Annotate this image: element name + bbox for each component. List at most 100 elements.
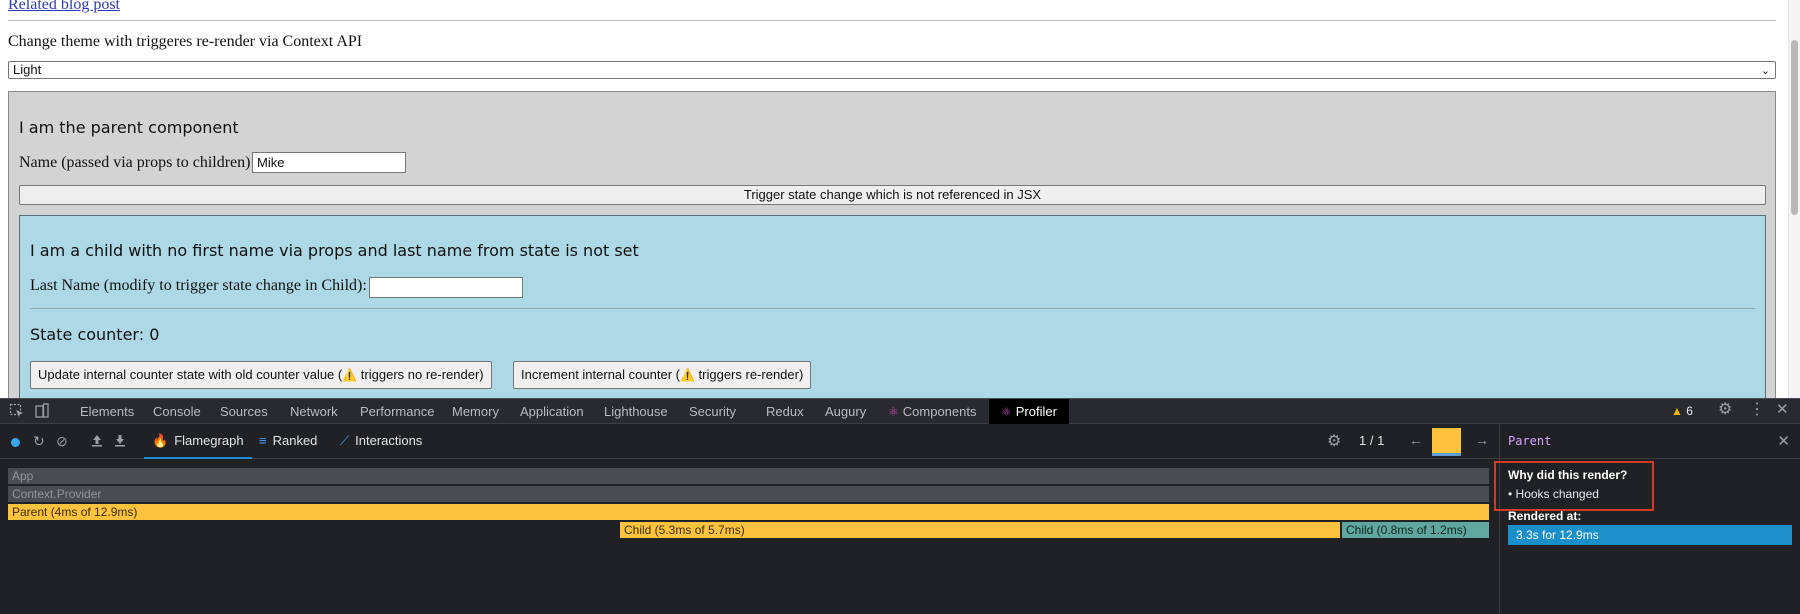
page-scrollbar[interactable]: [1788, 0, 1800, 398]
profiler-toolbar: ↻ ⊘ 🔥 Flamegraph ≡ Ranked ⟋ Interactions ⚙ …: [0, 424, 1499, 459]
tab-flamegraph[interactable]: 🔥 Flamegraph: [144, 424, 252, 459]
tab-label: Lighthouse: [604, 404, 668, 419]
parent-title: I am the parent component: [19, 118, 239, 137]
inspect-element-icon[interactable]: [9, 403, 25, 422]
tab-components[interactable]: ⚛ Components: [888, 399, 976, 424]
warning-icon: ▲: [1671, 404, 1683, 418]
tab-label: Ranked: [272, 433, 318, 448]
flame-bar-context-provider[interactable]: Context.Provider: [8, 486, 1490, 502]
parent-component-box: I am the parent component Name (passed v…: [8, 91, 1776, 398]
chevron-down-icon: ⌄: [1760, 65, 1770, 77]
tab-network[interactable]: Network: [290, 399, 338, 424]
react-icon: ⚛: [1001, 405, 1012, 419]
flamegraph-chart: App Context.Provider Parent (4ms of 12.9…: [0, 460, 1499, 614]
close-icon[interactable]: ✕: [1776, 402, 1789, 418]
tab-lighthouse[interactable]: Lighthouse: [604, 399, 668, 424]
flame-bar-child[interactable]: Child (5.3ms of 5.7ms): [620, 522, 1341, 538]
devtools-tabbar: Elements Console Sources Network Performance…: [0, 398, 1800, 424]
theme-label: Change theme with triggeres re-render vi…: [8, 33, 363, 50]
button-label: triggers re-render): [694, 367, 804, 382]
divider: [30, 308, 1755, 309]
tab-security[interactable]: Security: [689, 399, 736, 424]
tab-profiler[interactable]: ⚛ Profiler: [989, 399, 1069, 424]
update-counter-button[interactable]: Update internal counter state with old c…: [30, 361, 492, 389]
why-render-reason: • Hooks changed: [1508, 487, 1599, 501]
tab-label: Elements: [80, 404, 135, 419]
name-input[interactable]: Mike: [252, 152, 406, 173]
tab-augury[interactable]: Augury: [825, 399, 866, 424]
related-blog-post-link[interactable]: Related blog post: [8, 0, 120, 14]
theme-select[interactable]: Light ⌄: [8, 61, 1776, 79]
warning-count-badge[interactable]: ▲ 6: [1671, 404, 1693, 418]
last-name-input[interactable]: [369, 277, 523, 298]
last-name-label: Last Name (modify to trigger state chang…: [30, 277, 367, 294]
tab-application[interactable]: Application: [520, 399, 584, 424]
tab-label: Components: [902, 404, 977, 419]
commit-counter: 1 / 1: [1359, 433, 1385, 448]
gear-icon[interactable]: ⚙: [1327, 431, 1341, 451]
tab-label: Augury: [825, 404, 867, 419]
kebab-menu-icon[interactable]: ⋮: [1749, 402, 1765, 418]
tab-label: Network: [290, 404, 338, 419]
commit-bar[interactable]: [1432, 428, 1461, 456]
record-icon[interactable]: [11, 438, 20, 447]
tab-console[interactable]: Console: [153, 399, 201, 424]
state-counter-text: State counter: 0: [30, 325, 160, 344]
warning-icon: ⚠️: [679, 368, 695, 382]
tab-label: Memory: [452, 404, 499, 419]
selected-component-name: Parent: [1508, 434, 1552, 448]
tab-label: Security: [689, 404, 736, 419]
reload-and-profile-icon[interactable]: ↻: [33, 433, 45, 449]
devtools-panel: Elements Console Sources Network Performance…: [0, 398, 1800, 614]
rendered-at-item[interactable]: 3.3s for 12.9ms: [1508, 525, 1792, 545]
increment-counter-button[interactable]: Increment internal counter (⚠️ triggers …: [513, 361, 812, 389]
warning-icon: ⚠️: [342, 368, 358, 382]
gear-icon[interactable]: ⚙: [1718, 402, 1732, 418]
why-render-title: Why did this render?: [1508, 468, 1628, 482]
sidebar-header: Parent ✕: [1500, 424, 1800, 459]
clear-icon[interactable]: ⊘: [56, 433, 68, 449]
arrow-right-icon[interactable]: →: [1475, 432, 1489, 448]
close-icon[interactable]: ✕: [1777, 432, 1790, 450]
tab-label: Sources: [220, 404, 268, 419]
tab-sources[interactable]: Sources: [220, 399, 268, 424]
tab-label: Redux: [766, 404, 804, 419]
tab-label: Interactions: [355, 433, 423, 448]
rendered-at-title: Rendered at:: [1508, 509, 1582, 523]
tab-redux[interactable]: Redux: [766, 399, 804, 424]
download-icon[interactable]: [113, 433, 127, 450]
child-component-box: I am a child with no first name via prop…: [19, 215, 1766, 398]
name-label: Name (passed via props to children): [19, 154, 251, 171]
ranked-icon: ≡: [259, 433, 267, 448]
theme-select-value: Light: [13, 62, 42, 77]
react-icon: ⚛: [888, 405, 899, 419]
tab-label: Flamegraph: [174, 433, 244, 448]
trigger-state-change-button[interactable]: Trigger state change which is not refere…: [19, 185, 1766, 205]
tab-label: Profiler: [1015, 404, 1057, 419]
child-title: I am a child with no first name via prop…: [30, 241, 639, 260]
device-toolbar-icon[interactable]: [34, 403, 50, 422]
button-label: triggers no re-render): [357, 367, 484, 382]
app-page: Related blog post Change theme with trig…: [0, 0, 1788, 398]
button-label: Update internal counter state with old c…: [38, 367, 343, 382]
flame-bar-parent[interactable]: Parent (4ms of 12.9ms): [8, 504, 1490, 520]
tab-interactions[interactable]: ⟋ Interactions: [340, 424, 422, 459]
tab-label: Performance: [360, 404, 435, 419]
arrow-left-icon[interactable]: ←: [1409, 432, 1423, 448]
tab-memory[interactable]: Memory: [452, 399, 499, 424]
flame-bar-child[interactable]: Child (0.8ms of 1.2ms): [1342, 522, 1490, 538]
button-label: Increment internal counter (: [521, 367, 680, 382]
divider: [8, 20, 1776, 21]
scrollbar-thumb[interactable]: [1791, 40, 1798, 215]
tab-elements[interactable]: Elements: [80, 399, 134, 424]
upload-icon[interactable]: [90, 433, 104, 450]
interactions-icon: ⟋: [340, 433, 350, 448]
tab-label: Console: [153, 404, 201, 419]
tab-ranked[interactable]: ≡ Ranked: [259, 424, 317, 459]
flame-bar-app[interactable]: App: [8, 468, 1490, 484]
flame-icon: 🔥: [152, 433, 169, 448]
profiler-sidebar: Parent ✕ Why did this render? • Hooks ch…: [1494, 424, 1800, 614]
tab-performance[interactable]: Performance: [360, 399, 434, 424]
tab-label: Application: [520, 404, 584, 419]
warning-count: 6: [1686, 404, 1693, 418]
